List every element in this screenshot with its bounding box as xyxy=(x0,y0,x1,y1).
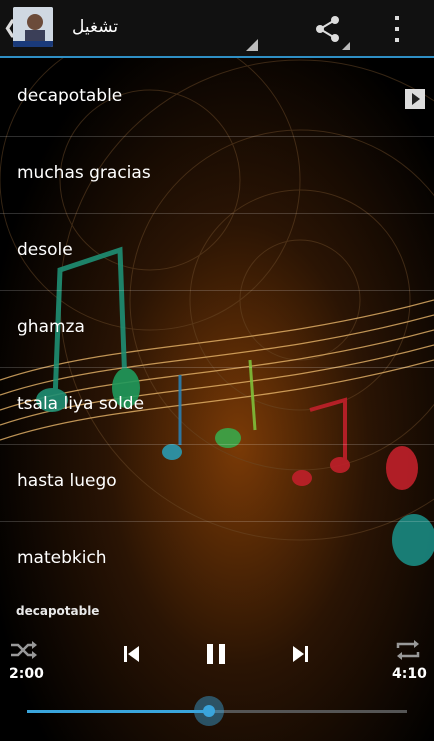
track-title: hasta luego xyxy=(17,471,117,491)
track-title: decapotable xyxy=(17,86,123,106)
track-title: matebkich xyxy=(17,548,107,568)
total-duration: 4:10 xyxy=(392,666,427,682)
app-avatar[interactable] xyxy=(13,7,53,47)
play-indicator-icon xyxy=(405,89,425,109)
skip-next-icon[interactable] xyxy=(290,644,310,664)
shuffle-icon[interactable] xyxy=(9,640,39,660)
list-item[interactable]: hasta luego xyxy=(0,445,434,522)
seek-thumb[interactable] xyxy=(194,696,224,726)
list-item[interactable]: tsala liya solde xyxy=(0,368,434,445)
spinner-indicator xyxy=(246,39,258,51)
track-title: ghamza xyxy=(17,317,85,337)
elapsed-time: 2:00 xyxy=(9,666,44,682)
share-icon[interactable] xyxy=(313,14,343,44)
track-title: tsala liya solde xyxy=(17,394,145,414)
overflow-menu-icon[interactable] xyxy=(388,14,406,44)
list-item[interactable]: ghamza xyxy=(0,291,434,368)
list-item[interactable]: desole xyxy=(0,214,434,291)
seek-bar[interactable] xyxy=(27,696,407,726)
seek-progress xyxy=(27,710,209,713)
now-playing-title: decapotable xyxy=(16,604,100,618)
list-item[interactable]: decapotable xyxy=(0,60,434,137)
page-title[interactable]: تشغيل xyxy=(72,17,118,37)
track-list: decapotable muchas gracias desole ghamza… xyxy=(0,60,434,599)
pause-icon[interactable] xyxy=(204,642,228,666)
track-title: muchas gracias xyxy=(17,163,151,183)
repeat-icon[interactable] xyxy=(394,638,422,662)
skip-previous-icon[interactable] xyxy=(122,644,142,664)
share-spinner-indicator xyxy=(342,42,350,50)
list-item[interactable]: matebkich xyxy=(0,522,434,599)
list-item[interactable]: muchas gracias xyxy=(0,137,434,214)
action-bar: ❮ تشغيل xyxy=(0,0,434,58)
track-title: desole xyxy=(17,240,73,260)
